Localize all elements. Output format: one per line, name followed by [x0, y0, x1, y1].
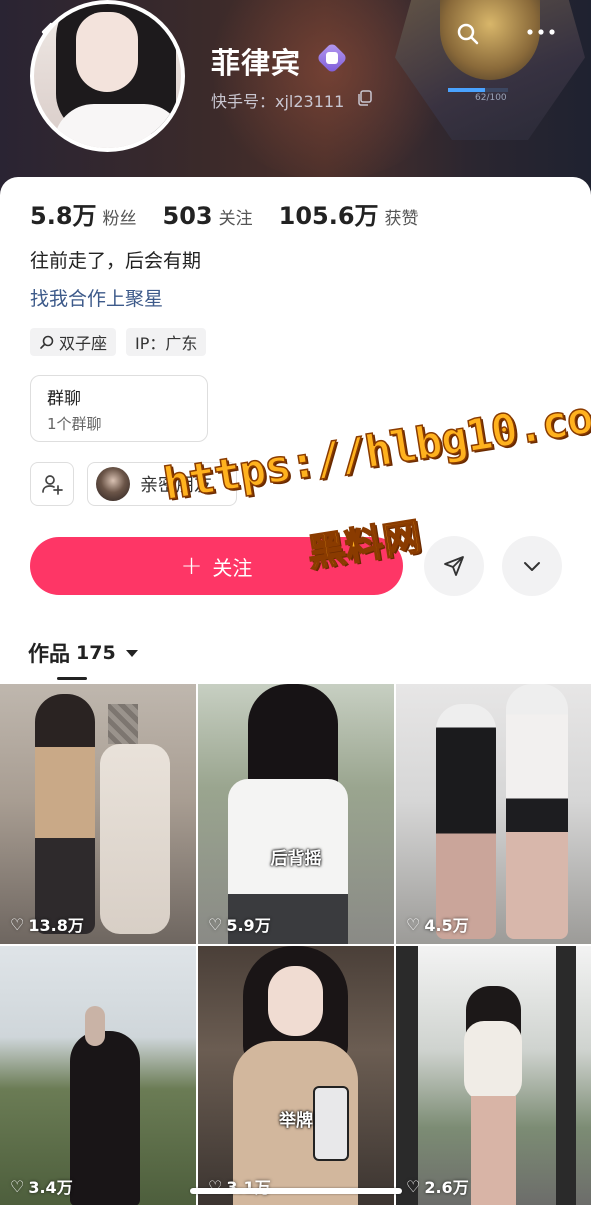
heart-icon: ♡ [208, 914, 223, 934]
stat-following[interactable]: 503 关注 [163, 202, 253, 230]
stat-label: 粉丝 [102, 209, 137, 229]
likes-count: 4.5万 [424, 916, 469, 935]
tag-zodiac[interactable]: 双子座 [30, 328, 117, 356]
heart-icon: ♡ [406, 1176, 421, 1196]
stat-label: 关注 [218, 209, 253, 229]
video-likes: ♡ 4.5万 [406, 912, 469, 936]
video-caption: 举牌 [279, 1111, 313, 1131]
level-progress-fill [448, 88, 486, 92]
works-label: 作品 [28, 642, 70, 666]
stats-row: 5.8万 粉丝 503 关注 105.6万 获赞 [30, 196, 419, 231]
works-count: 175 [76, 642, 116, 664]
likes-count: 13.8万 [28, 916, 84, 935]
profile-name: 菲律宾 [211, 46, 302, 80]
kuaishou-id: 快手号：xjl23111 [211, 92, 345, 111]
tag-ip-location: IP：广东 [126, 328, 207, 356]
video-likes: ♡3.1万 [208, 1174, 271, 1198]
video-likes: ♡ 3.4万 [10, 1174, 73, 1198]
video-likes: ♡ 13.8万 [10, 912, 84, 936]
plus-icon: + [180, 551, 203, 581]
video-tile[interactable]: ♡ 4.5万 [396, 684, 591, 944]
profile-tags: 双子座 IP：广东 [30, 328, 207, 356]
friend-avatar [96, 467, 130, 501]
group-chat-title: 群聊 [47, 389, 81, 409]
home-indicator [190, 1188, 402, 1194]
video-likes: ♡ 2.6万 [406, 1174, 469, 1198]
video-tile[interactable]: ♡ 3.4万 [0, 946, 196, 1205]
tab-works[interactable]: 作品 175 [28, 638, 138, 668]
follow-label: 关注 [212, 555, 253, 580]
video-grid: ♡13.8万 后背摇 ♡5.9万 ♡4.5万 ♡3.4万 举牌 ♡3.1万 ♡2… [0, 684, 591, 1205]
video-tile[interactable]: 举牌 ♡3.1万 [198, 946, 394, 1205]
video-tile[interactable]: 后背摇 ♡ 5.9万 [198, 684, 394, 944]
tab-underline [57, 677, 87, 680]
caret-down-icon [125, 649, 138, 657]
stat-fans[interactable]: 5.8万 粉丝 [30, 196, 137, 231]
more-icon[interactable] [525, 22, 557, 42]
collab-link[interactable]: 找我合作上聚星 [30, 284, 163, 311]
likes-count: 3.1万 [226, 1174, 270, 1198]
stat-likes[interactable]: 105.6万 获赞 [279, 196, 419, 231]
more-options-button[interactable] [502, 536, 562, 596]
add-user-icon [42, 475, 63, 495]
group-chat-card[interactable]: 群聊 1个群聊 [30, 375, 208, 442]
heart-icon: ♡ [406, 914, 421, 934]
stat-value: 5.8万 [30, 202, 97, 230]
video-tile[interactable]: ♡ 2.6万 [396, 946, 591, 1205]
search-icon [40, 335, 54, 349]
level-progress-bar [448, 88, 508, 92]
likes-count: 2.6万 [424, 1178, 469, 1197]
stat-value: 503 [162, 202, 213, 230]
bio-text: 往前走了，后会有期 [30, 250, 202, 272]
heart-icon: ♡ [10, 914, 25, 934]
tag-label: IP：广东 [135, 334, 198, 353]
chevron-down-icon [524, 562, 540, 571]
heart-icon: ♡ [10, 1176, 25, 1196]
stat-value: 105.6万 [278, 202, 379, 230]
likes-count: 5.9万 [226, 916, 271, 935]
add-friend-button[interactable] [30, 462, 74, 506]
search-icon[interactable] [456, 22, 480, 46]
likes-count: 3.4万 [28, 1178, 73, 1197]
copy-icon[interactable] [357, 90, 372, 106]
video-tile[interactable]: ♡ 13.8万 [0, 684, 196, 944]
send-icon [444, 556, 464, 576]
level-progress-text: 62/100 [475, 93, 507, 103]
video-likes: ♡ 5.9万 [208, 912, 271, 936]
avatar[interactable] [30, 0, 185, 152]
video-caption: 后背摇 [270, 849, 322, 869]
stat-label: 获赞 [384, 209, 419, 229]
group-chat-count: 1个群聊 [47, 415, 102, 433]
share-button[interactable] [424, 536, 484, 596]
tag-label: 双子座 [59, 334, 108, 353]
